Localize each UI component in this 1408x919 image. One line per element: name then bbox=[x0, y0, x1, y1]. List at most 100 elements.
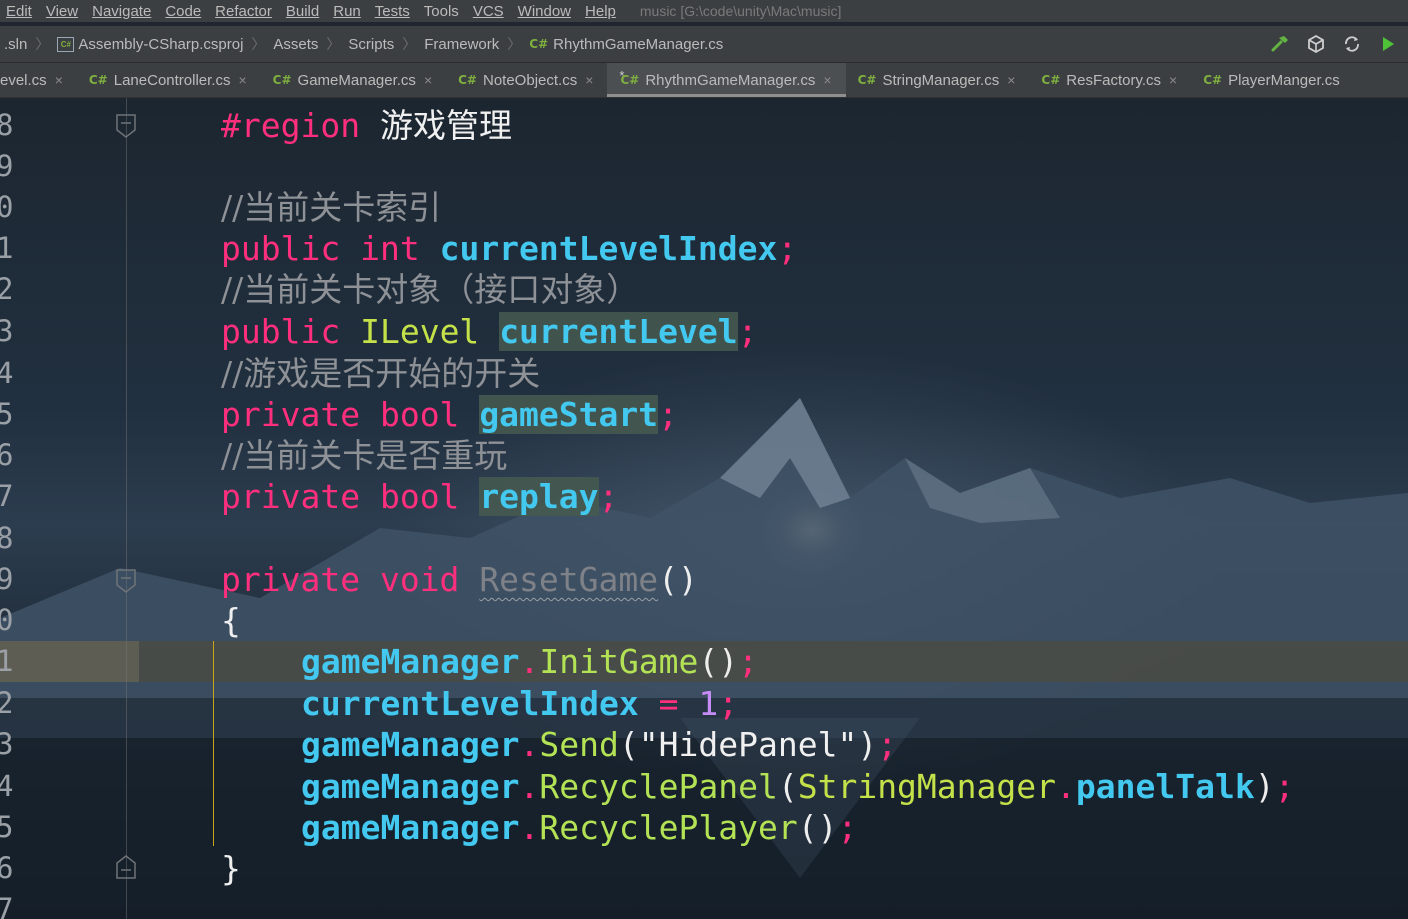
tab-lane-controller[interactable]: C# LaneController.cs × bbox=[77, 63, 261, 97]
breadcrumb-sln[interactable]: .sln bbox=[0, 36, 31, 53]
line-number: 8 bbox=[0, 521, 14, 555]
line-number: 1 bbox=[0, 644, 14, 678]
menu-view-label: View bbox=[45, 2, 79, 20]
refresh-unity-button[interactable] bbox=[1342, 34, 1362, 54]
run-button[interactable] bbox=[1378, 34, 1398, 54]
tab-label: evel.cs bbox=[0, 71, 47, 89]
tab-level[interactable]: evel.cs × bbox=[0, 63, 77, 97]
breadcrumb-separator-icon: 〉 bbox=[402, 36, 417, 52]
semicolon: ; bbox=[738, 642, 758, 681]
line-number: 5 bbox=[0, 397, 14, 431]
field-identifier: replay bbox=[479, 477, 599, 516]
menu-window[interactable]: Window bbox=[512, 3, 579, 20]
close-icon[interactable]: × bbox=[585, 72, 593, 88]
menu-code[interactable]: Code bbox=[159, 3, 209, 20]
breadcrumb-scripts[interactable]: Scripts bbox=[344, 36, 398, 53]
fold-collapse-icon[interactable] bbox=[116, 114, 136, 138]
close-icon[interactable]: × bbox=[55, 72, 63, 88]
line-number: 8 bbox=[0, 108, 14, 142]
menu-run[interactable]: Run bbox=[327, 3, 369, 20]
tab-string-manager[interactable]: C# StringManager.cs × bbox=[846, 63, 1030, 97]
method-identifier: RecyclePanel bbox=[539, 767, 778, 806]
code-line-field[interactable]: public int currentLevelIndex; bbox=[221, 228, 797, 269]
code-line-brace[interactable]: } bbox=[221, 848, 241, 889]
close-icon[interactable]: × bbox=[238, 72, 246, 88]
line-number: 7 bbox=[0, 479, 14, 513]
close-icon[interactable]: × bbox=[1007, 72, 1015, 88]
code-line-comment[interactable]: //游戏是否开始的开关 bbox=[221, 353, 540, 394]
code-line-field[interactable]: public ILevel currentLevel; bbox=[221, 311, 757, 352]
field-identifier: gameManager bbox=[301, 808, 520, 847]
comment-text: //当前关卡是否重玩 bbox=[221, 436, 508, 475]
menu-edit-label: Edit bbox=[6, 2, 32, 20]
unity-attach-button[interactable] bbox=[1306, 34, 1326, 54]
right-paren: ) bbox=[1254, 767, 1275, 806]
tab-game-manager[interactable]: C# GameManager.cs × bbox=[261, 63, 446, 97]
menu-navigate[interactable]: Navigate bbox=[86, 3, 159, 20]
close-icon[interactable]: × bbox=[1169, 72, 1177, 88]
breadcrumb-separator-icon: 〉 bbox=[326, 36, 341, 52]
modified-indicator: * bbox=[619, 67, 625, 83]
line-number: 9 bbox=[0, 562, 14, 596]
code-line-region[interactable]: #region 游戏管理 bbox=[221, 105, 512, 146]
menu-help[interactable]: Help bbox=[579, 3, 624, 20]
code-line-comment[interactable]: //当前关卡对象（接口对象） bbox=[221, 269, 639, 310]
comment-text: //当前关卡对象（接口对象） bbox=[221, 270, 640, 309]
dot: . bbox=[519, 725, 540, 764]
code-line-method-declaration[interactable]: private void ResetGame() bbox=[221, 559, 698, 600]
code-line-brace[interactable]: { bbox=[221, 600, 241, 641]
build-button[interactable] bbox=[1270, 34, 1290, 54]
fold-end-icon[interactable] bbox=[116, 855, 136, 879]
tab-rhythm-game-manager[interactable]: * C# RhythmGameManager.cs × bbox=[607, 63, 846, 97]
code-line-statement[interactable]: gameManager.RecyclePlayer(); bbox=[301, 807, 857, 848]
code-line-statement[interactable]: currentLevelIndex = 1; bbox=[301, 683, 738, 724]
code-editor[interactable]: 8 9 0 1 2 3 4 5 6 7 8 9 0 1 2 3 4 5 6 7 … bbox=[0, 98, 1408, 919]
fold-collapse-icon[interactable] bbox=[116, 569, 136, 593]
code-line-comment[interactable]: //当前关卡索引 bbox=[221, 187, 441, 228]
region-name: 游戏管理 bbox=[379, 106, 512, 145]
indent-guide bbox=[213, 641, 214, 846]
code-line-statement[interactable]: gameManager.InitGame(); bbox=[301, 641, 758, 682]
code-line-statement[interactable]: gameManager.RecyclePanel(StringManager.p… bbox=[301, 766, 1294, 807]
close-icon[interactable]: × bbox=[823, 72, 831, 88]
menu-tools[interactable]: Tools bbox=[418, 3, 467, 20]
keyword: private bbox=[221, 560, 361, 599]
code-line-field[interactable]: private bool replay; bbox=[221, 476, 618, 517]
code-line-statement[interactable]: gameManager.Send("HidePanel"); bbox=[301, 724, 897, 765]
code-line-field[interactable]: private bool gameStart; bbox=[221, 394, 678, 435]
tab-player-manager[interactable]: C# PlayerManger.cs bbox=[1191, 63, 1354, 97]
current-line-gutter-highlight bbox=[0, 641, 139, 682]
menu-tests-label: Tests bbox=[374, 2, 410, 20]
menu-navigate-label: Navigate bbox=[92, 2, 152, 20]
close-icon[interactable]: × bbox=[424, 72, 432, 88]
breadcrumb-separator-icon: 〉 bbox=[251, 36, 266, 52]
tab-note-object[interactable]: C# NoteObject.cs × bbox=[446, 63, 607, 97]
close-brace: } bbox=[221, 849, 241, 888]
unity-icon bbox=[1308, 34, 1324, 54]
menu-edit[interactable]: Edit bbox=[0, 3, 40, 20]
breadcrumb-file[interactable]: C# RhythmGameManager.cs bbox=[525, 36, 727, 53]
field-identifier: gameManager bbox=[301, 725, 520, 764]
tab-label: PlayerManger.cs bbox=[1228, 71, 1340, 89]
menu-tests[interactable]: Tests bbox=[369, 3, 418, 20]
left-paren: ( bbox=[618, 725, 639, 764]
window-title: music [G:\code\unity\Mac\music] bbox=[639, 3, 842, 19]
breadcrumb-project[interactable]: C# Assembly-CSharp.csproj bbox=[53, 36, 247, 53]
breadcrumb-assets[interactable]: Assets bbox=[269, 36, 322, 53]
method-identifier: ResetGame bbox=[479, 560, 659, 599]
code-line-comment[interactable]: //当前关卡是否重玩 bbox=[221, 435, 507, 476]
line-number: 1 bbox=[0, 231, 14, 265]
menu-help-label: Help bbox=[585, 2, 616, 20]
menu-build-label: Build bbox=[285, 2, 320, 20]
menu-refactor[interactable]: Refactor bbox=[209, 3, 280, 20]
csharp-file-icon: C# bbox=[1041, 73, 1061, 87]
line-number: 3 bbox=[0, 314, 14, 348]
method-identifier: RecyclePlayer bbox=[539, 808, 798, 847]
keyword: private bbox=[221, 477, 361, 516]
breadcrumb-framework[interactable]: Framework bbox=[420, 36, 503, 53]
menu-build[interactable]: Build bbox=[280, 3, 327, 20]
menu-vcs[interactable]: VCS bbox=[467, 3, 512, 20]
play-icon bbox=[1383, 37, 1394, 51]
tab-res-factory[interactable]: C# ResFactory.cs × bbox=[1029, 63, 1191, 97]
menu-view[interactable]: View bbox=[40, 3, 86, 20]
